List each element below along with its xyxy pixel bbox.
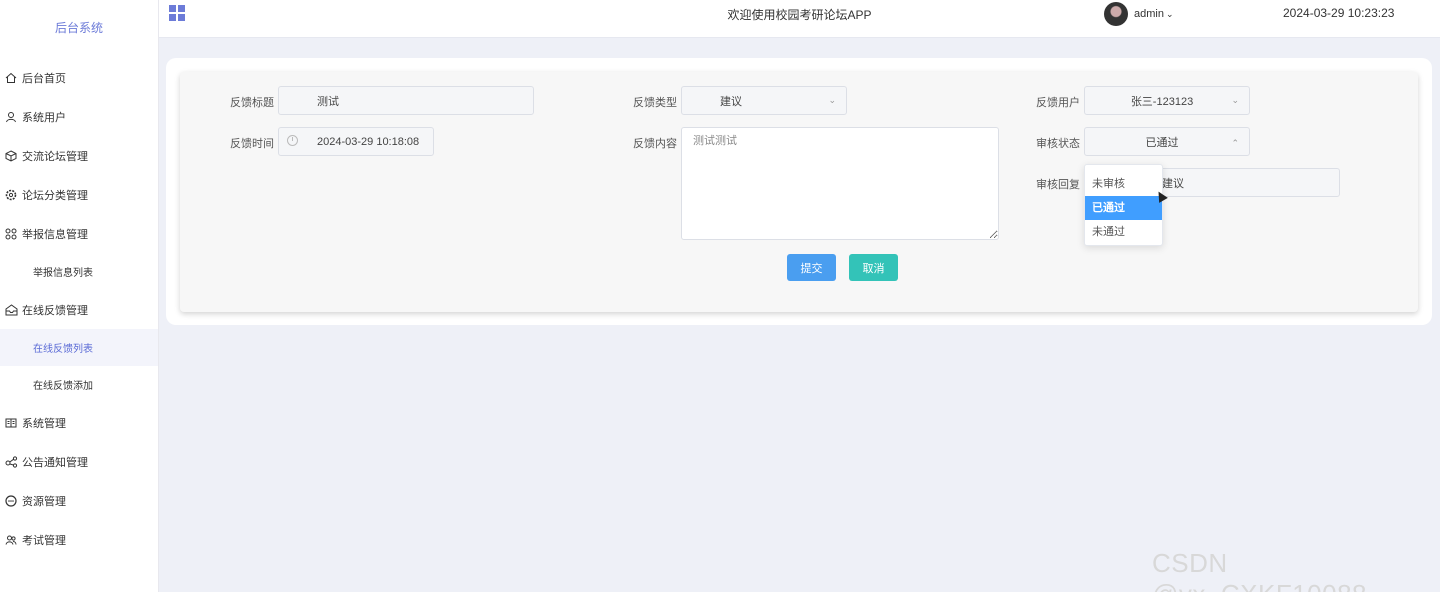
sidebar-item-system[interactable]: 系统管理: [0, 403, 158, 442]
sidebar-item-resources[interactable]: 资源管理: [0, 481, 158, 520]
sidebar: 后台系统 后台首页 系统用户 交流论坛管理 论坛分类管理 举报信息管理 举报信息…: [0, 0, 159, 592]
status-option-approved[interactable]: 已通过: [1085, 196, 1162, 220]
watermark: CSDN @vx_CXKF10088: [1152, 548, 1367, 592]
book-icon: [4, 416, 18, 430]
user-menu[interactable]: admin ⌄: [1104, 2, 1174, 26]
sidebar-item-label: 在线反馈管理: [22, 304, 88, 317]
sidebar-item-label: 举报信息列表: [33, 268, 93, 279]
sidebar-item-feedback[interactable]: 在线反馈管理: [0, 290, 158, 329]
content-textarea[interactable]: 测试测试: [681, 127, 999, 240]
user-name: admin: [1134, 8, 1164, 20]
title-label: 反馈标题: [230, 97, 274, 109]
share-icon: [4, 455, 18, 469]
sidebar-item-label: 资源管理: [22, 495, 66, 508]
home-icon: [4, 71, 18, 85]
sidebar-item-label: 交流论坛管理: [22, 150, 88, 163]
user-label: 反馈用户: [1036, 97, 1080, 109]
top-header: 欢迎使用校园考研论坛APP admin ⌄ 2024-03-29 10:23:2…: [159, 0, 1440, 38]
time-value: 2024-03-29 10:18:08: [317, 135, 420, 148]
sidebar-menu: 后台首页 系统用户 交流论坛管理 论坛分类管理 举报信息管理 举报信息列表 在线…: [0, 58, 158, 559]
title-input[interactable]: 测试: [278, 86, 534, 115]
status-label: 审核状态: [1036, 138, 1080, 150]
user-icon: [4, 110, 18, 124]
chevron-down-icon: ⌄: [1231, 95, 1239, 105]
chevron-down-icon: ⌄: [828, 95, 836, 105]
sidebar-subitem-feedback-add[interactable]: 在线反馈添加: [0, 366, 158, 403]
inbox-icon: [4, 303, 18, 317]
reply-value: 建议: [1162, 177, 1184, 190]
sidebar-item-label: 系统用户: [22, 111, 66, 124]
sidebar-item-label: 公告通知管理: [22, 456, 88, 469]
status-option-pending[interactable]: 未审核: [1085, 172, 1162, 196]
user-value: 张三-123123: [1130, 95, 1194, 108]
current-datetime: 2024-03-29 10:23:23: [1283, 6, 1395, 20]
reply-label: 审核回复: [1036, 179, 1080, 191]
sidebar-item-reports[interactable]: 举报信息管理: [0, 214, 158, 253]
sidebar-subitem-feedback-list[interactable]: 在线反馈列表: [0, 329, 158, 366]
type-select[interactable]: 建议 ⌄: [681, 86, 847, 115]
apps-icon: [4, 227, 18, 241]
gear-icon: [4, 188, 18, 202]
sidebar-item-system-users[interactable]: 系统用户: [0, 97, 158, 136]
status-select[interactable]: 已通过 ⌃: [1084, 127, 1250, 156]
status-value: 已通过: [1145, 136, 1179, 149]
sidebar-item-label: 举报信息管理: [22, 228, 88, 241]
chat-icon: [4, 494, 18, 508]
sidebar-item-label: 系统管理: [22, 417, 66, 430]
chevron-up-icon: ⌃: [1231, 138, 1239, 148]
title-value: 测试: [317, 95, 339, 108]
time-picker[interactable]: 2024-03-29 10:18:08: [278, 127, 434, 156]
status-option-rejected[interactable]: 未通过: [1085, 220, 1162, 244]
time-label: 反馈时间: [230, 138, 274, 150]
people-icon: [4, 533, 18, 547]
app-title: 欢迎使用校园考研论坛APP: [727, 8, 872, 22]
sidebar-item-label: 论坛分类管理: [22, 189, 88, 202]
sidebar-item-notice[interactable]: 公告通知管理: [0, 442, 158, 481]
cancel-button[interactable]: 取消: [849, 254, 898, 281]
sidebar-item-exams[interactable]: 考试管理: [0, 520, 158, 559]
sidebar-item-home[interactable]: 后台首页: [0, 58, 158, 97]
avatar: [1104, 2, 1128, 26]
sidebar-item-forum-category[interactable]: 论坛分类管理: [0, 175, 158, 214]
type-label: 反馈类型: [633, 97, 677, 109]
user-select[interactable]: 张三-123123 ⌄: [1084, 86, 1250, 115]
clock-icon: [287, 135, 298, 146]
sidebar-item-forum[interactable]: 交流论坛管理: [0, 136, 158, 175]
submit-button[interactable]: 提交: [787, 254, 836, 281]
sidebar-subitem-report-list[interactable]: 举报信息列表: [0, 253, 158, 290]
chevron-down-icon: ⌄: [1165, 8, 1174, 19]
sidebar-item-label: 后台首页: [22, 72, 66, 85]
sidebar-item-label: 考试管理: [22, 534, 66, 547]
type-value: 建议: [720, 95, 742, 108]
status-dropdown: 未审核 已通过 未通过: [1084, 164, 1163, 246]
brand-title: 后台系统: [54, 21, 103, 35]
content-label: 反馈内容: [633, 138, 677, 150]
sidebar-item-label: 在线反馈添加: [33, 381, 93, 392]
sidebar-item-label: 在线反馈列表: [33, 344, 93, 355]
cube-icon: [4, 149, 18, 163]
